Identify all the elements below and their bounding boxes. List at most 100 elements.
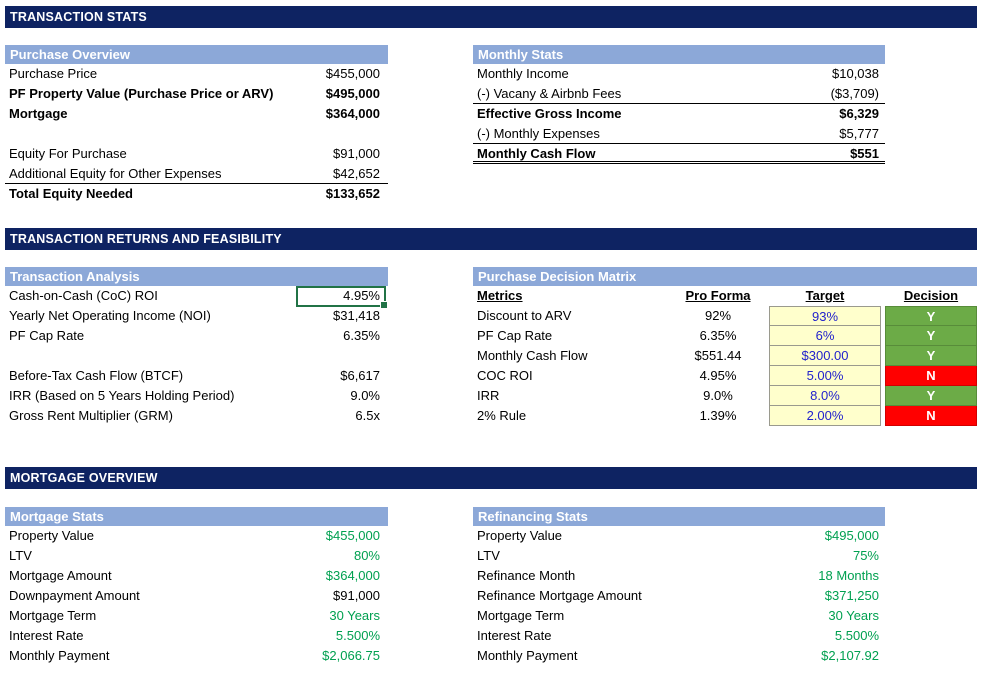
cell-value[interactable]: 9.0% bbox=[350, 386, 380, 406]
target-cell[interactable]: 5.00% bbox=[769, 366, 881, 386]
cell-label[interactable]: PF Cap Rate bbox=[9, 326, 84, 346]
cell-label[interactable]: Property Value bbox=[9, 526, 94, 546]
cell-value[interactable]: 5.500% bbox=[835, 626, 879, 646]
banner-transaction-returns[interactable]: TRANSACTION RETURNS AND FEASIBILITY bbox=[5, 228, 977, 250]
target-cell[interactable]: 8.0% bbox=[769, 386, 881, 406]
transaction-analysis-header[interactable]: Transaction Analysis bbox=[5, 267, 388, 286]
decision-cell[interactable]: N bbox=[885, 406, 977, 426]
cell-value[interactable]: $2,107.92 bbox=[821, 646, 879, 666]
cell-label[interactable]: Refinance Mortgage Amount bbox=[477, 586, 642, 606]
cell-label[interactable]: (-) Vacany & Airbnb Fees bbox=[477, 84, 621, 104]
cell-value[interactable]: ($3,709) bbox=[831, 84, 879, 104]
cell-label[interactable]: Mortgage bbox=[9, 104, 68, 124]
decision-column-header[interactable]: Decision bbox=[885, 286, 977, 306]
cell-label[interactable]: Equity For Purchase bbox=[9, 144, 127, 164]
fill-handle[interactable] bbox=[380, 301, 388, 309]
metric-cell[interactable]: COC ROI bbox=[477, 366, 533, 386]
cell-value[interactable]: $91,000 bbox=[333, 586, 380, 606]
metric-cell[interactable]: 2% Rule bbox=[477, 406, 526, 426]
cell-value[interactable]: 75% bbox=[853, 546, 879, 566]
target-cell[interactable]: 2.00% bbox=[769, 406, 881, 426]
cell-value[interactable]: $551 bbox=[850, 144, 879, 164]
cell-label[interactable]: LTV bbox=[9, 546, 32, 566]
cell-label[interactable]: Cash-on-Cash (CoC) ROI bbox=[9, 286, 158, 306]
cell-label[interactable]: Monthly Payment bbox=[9, 646, 109, 666]
cell-value[interactable]: $31,418 bbox=[333, 306, 380, 326]
cell-label[interactable]: Mortgage Term bbox=[477, 606, 564, 626]
selected-cell-outline[interactable] bbox=[296, 286, 386, 307]
pro-forma-cell[interactable]: 92% bbox=[658, 306, 778, 326]
cell-value[interactable]: 30 Years bbox=[329, 606, 380, 626]
cell-value[interactable]: $6,329 bbox=[839, 104, 879, 124]
target-cell[interactable]: 6% bbox=[769, 326, 881, 346]
cell-label[interactable]: LTV bbox=[477, 546, 500, 566]
cell-label[interactable]: PF Property Value (Purchase Price or ARV… bbox=[9, 84, 273, 104]
metrics-column-header[interactable]: Metrics bbox=[477, 286, 523, 306]
cell-label[interactable]: Refinance Month bbox=[477, 566, 575, 586]
cell-value[interactable]: $371,250 bbox=[825, 586, 879, 606]
cell-label[interactable]: Before-Tax Cash Flow (BTCF) bbox=[9, 366, 183, 386]
cell-label[interactable]: Mortgage Amount bbox=[9, 566, 112, 586]
cell-value[interactable]: 6.35% bbox=[343, 326, 380, 346]
cell-label[interactable]: Downpayment Amount bbox=[9, 586, 140, 606]
cell-label[interactable]: Monthly Payment bbox=[477, 646, 577, 666]
cell-value[interactable]: 6.5x bbox=[355, 406, 380, 426]
cell-value[interactable]: $495,000 bbox=[825, 526, 879, 546]
decision-matrix-header[interactable]: Purchase Decision Matrix bbox=[473, 267, 977, 286]
pro-forma-cell[interactable]: 1.39% bbox=[658, 406, 778, 426]
decision-cell[interactable]: Y bbox=[885, 326, 977, 346]
cell-label[interactable]: IRR (Based on 5 Years Holding Period) bbox=[9, 386, 234, 406]
pro-forma-cell[interactable]: $551.44 bbox=[658, 346, 778, 366]
metric-cell[interactable]: PF Cap Rate bbox=[477, 326, 552, 346]
cell-value[interactable]: $364,000 bbox=[326, 104, 380, 124]
cell-value[interactable]: $455,000 bbox=[326, 64, 380, 84]
pro-forma-cell[interactable]: 4.95% bbox=[658, 366, 778, 386]
cell-label[interactable]: Yearly Net Operating Income (NOI) bbox=[9, 306, 211, 326]
target-cell[interactable]: $300.00 bbox=[769, 346, 881, 366]
cell-value[interactable]: 80% bbox=[354, 546, 380, 566]
target-cell[interactable]: 93% bbox=[769, 306, 881, 326]
cell-value[interactable]: $364,000 bbox=[326, 566, 380, 586]
target-column-header[interactable]: Target bbox=[769, 286, 881, 306]
decision-cell[interactable]: N bbox=[885, 366, 977, 386]
metric-cell[interactable]: IRR bbox=[477, 386, 499, 406]
pro-forma-column-header[interactable]: Pro Forma bbox=[658, 286, 778, 306]
cell-value[interactable]: $133,652 bbox=[326, 184, 380, 204]
monthly-stats-header[interactable]: Monthly Stats bbox=[473, 45, 885, 64]
cell-label[interactable]: Gross Rent Multiplier (GRM) bbox=[9, 406, 173, 426]
cell-label[interactable]: Additional Equity for Other Expenses bbox=[9, 164, 221, 184]
cell-label[interactable]: (-) Monthly Expenses bbox=[477, 124, 600, 144]
decision-cell[interactable]: Y bbox=[885, 346, 977, 366]
cell-value[interactable]: $91,000 bbox=[333, 144, 380, 164]
decision-cell[interactable]: Y bbox=[885, 386, 977, 406]
cell-value[interactable]: 5.500% bbox=[336, 626, 380, 646]
metric-cell[interactable]: Monthly Cash Flow bbox=[477, 346, 588, 366]
cell-value[interactable]: $10,038 bbox=[832, 64, 879, 84]
pro-forma-cell[interactable]: 9.0% bbox=[658, 386, 778, 406]
cell-value[interactable]: $6,617 bbox=[340, 366, 380, 386]
cell-value[interactable]: $5,777 bbox=[839, 124, 879, 144]
cell-label[interactable]: Monthly Income bbox=[477, 64, 569, 84]
banner-mortgage-overview[interactable]: MORTGAGE OVERVIEW bbox=[5, 467, 977, 489]
cell-value[interactable]: $42,652 bbox=[333, 164, 380, 184]
cell-label[interactable]: Purchase Price bbox=[9, 64, 97, 84]
cell-label[interactable]: Effective Gross Income bbox=[477, 104, 622, 124]
refinancing-stats-header[interactable]: Refinancing Stats bbox=[473, 507, 885, 526]
pro-forma-cell[interactable]: 6.35% bbox=[658, 326, 778, 346]
cell-label[interactable]: Total Equity Needed bbox=[9, 184, 133, 204]
cell-value[interactable]: $495,000 bbox=[326, 84, 380, 104]
cell-value[interactable]: $455,000 bbox=[326, 526, 380, 546]
cell-value[interactable]: 30 Years bbox=[828, 606, 879, 626]
cell-label[interactable]: Monthly Cash Flow bbox=[477, 144, 595, 164]
decision-cell[interactable]: Y bbox=[885, 306, 977, 326]
purchase-overview-header[interactable]: Purchase Overview bbox=[5, 45, 388, 64]
metric-cell[interactable]: Discount to ARV bbox=[477, 306, 571, 326]
cell-label[interactable]: Property Value bbox=[477, 526, 562, 546]
mortgage-stats-header[interactable]: Mortgage Stats bbox=[5, 507, 388, 526]
cell-value[interactable]: 18 Months bbox=[818, 566, 879, 586]
cell-label[interactable]: Interest Rate bbox=[9, 626, 83, 646]
cell-label[interactable]: Mortgage Term bbox=[9, 606, 96, 626]
cell-value[interactable]: $2,066.75 bbox=[322, 646, 380, 666]
banner-transaction-stats[interactable]: TRANSACTION STATS bbox=[5, 6, 977, 28]
cell-label[interactable]: Interest Rate bbox=[477, 626, 551, 646]
